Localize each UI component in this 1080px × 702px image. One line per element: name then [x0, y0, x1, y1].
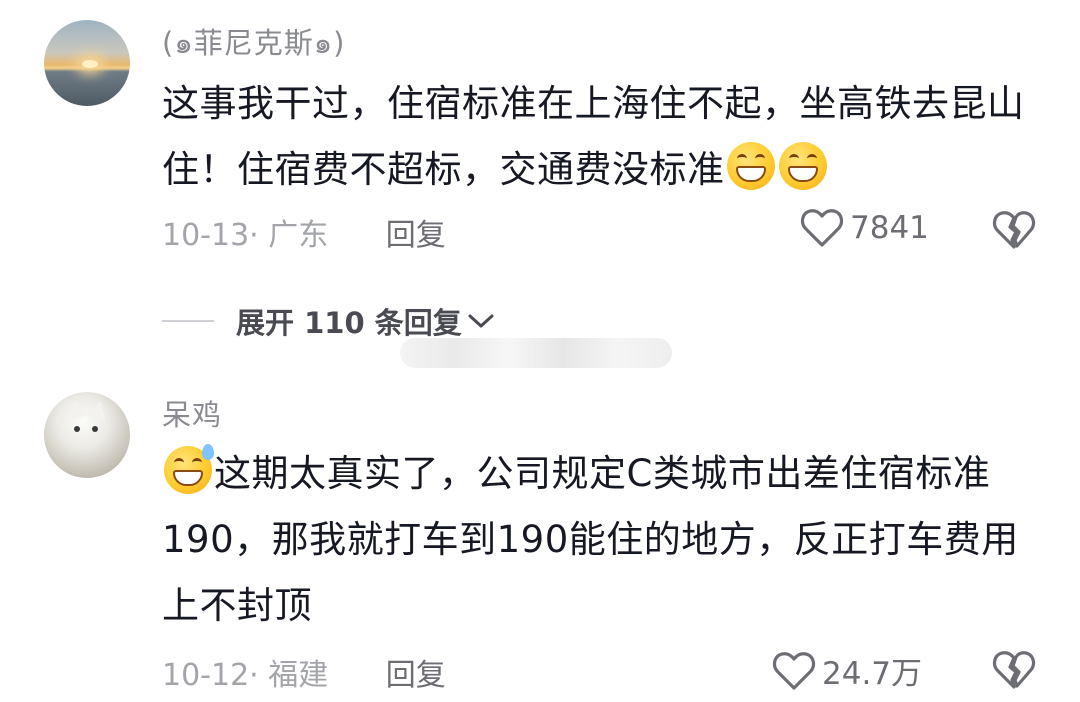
avatar[interactable] [44, 392, 130, 478]
like-count: 24.7万 [822, 656, 923, 692]
comment-meta: 10-12· 福建 回复 [162, 650, 446, 694]
reply-button[interactable]: 回复 [386, 218, 446, 253]
grinning-face-emoji [778, 142, 827, 190]
divider [162, 320, 214, 322]
avatar[interactable] [44, 20, 130, 106]
comment-text: 这事我干过，住宿标准在上海住不起，坐高铁去昆山住！住宿费不超标，交通费没标准 [162, 71, 1042, 203]
grinning-face-emoji [726, 142, 775, 190]
username[interactable]: (๑菲尼克斯๑) [162, 20, 345, 66]
heart-outline-icon [772, 651, 816, 690]
comment-body: 这事我干过，住宿标准在上海住不起，坐高铁去昆山住！住宿费不超标，交通费没标准 [162, 82, 1025, 191]
expand-replies-button[interactable]: 展开 110 条回复 [162, 300, 496, 342]
date-region: 10-13· 广东 [162, 218, 329, 253]
heart-outline-icon [800, 209, 844, 247]
chevron-down-icon [468, 314, 494, 328]
grinning-face-with-sweat-emoji [164, 444, 214, 494]
comment-meta: 10-13· 广东 回复 [162, 210, 446, 254]
like-button[interactable]: 24.7万 [772, 648, 922, 693]
broken-heart-icon[interactable] [992, 650, 1036, 690]
comment-text: 这期太真实了，公司规定C类城市出差住宿标准190，那我就打车到190能住的地方，… [162, 441, 1042, 639]
like-button[interactable]: 7841 [800, 208, 929, 248]
expand-replies-label: 展开 110 条回复 [236, 306, 462, 340]
like-count: 7841 [850, 210, 929, 246]
username[interactable]: 呆鸡 [162, 392, 222, 434]
date-region: 10-12· 福建 [162, 658, 329, 693]
comment-body: 这期太真实了，公司规定C类城市出差住宿标准190，那我就打车到190能住的地方，… [162, 452, 1019, 627]
blurred-watermark [400, 338, 672, 368]
broken-heart-icon[interactable] [992, 210, 1036, 250]
reply-button[interactable]: 回复 [386, 658, 446, 693]
